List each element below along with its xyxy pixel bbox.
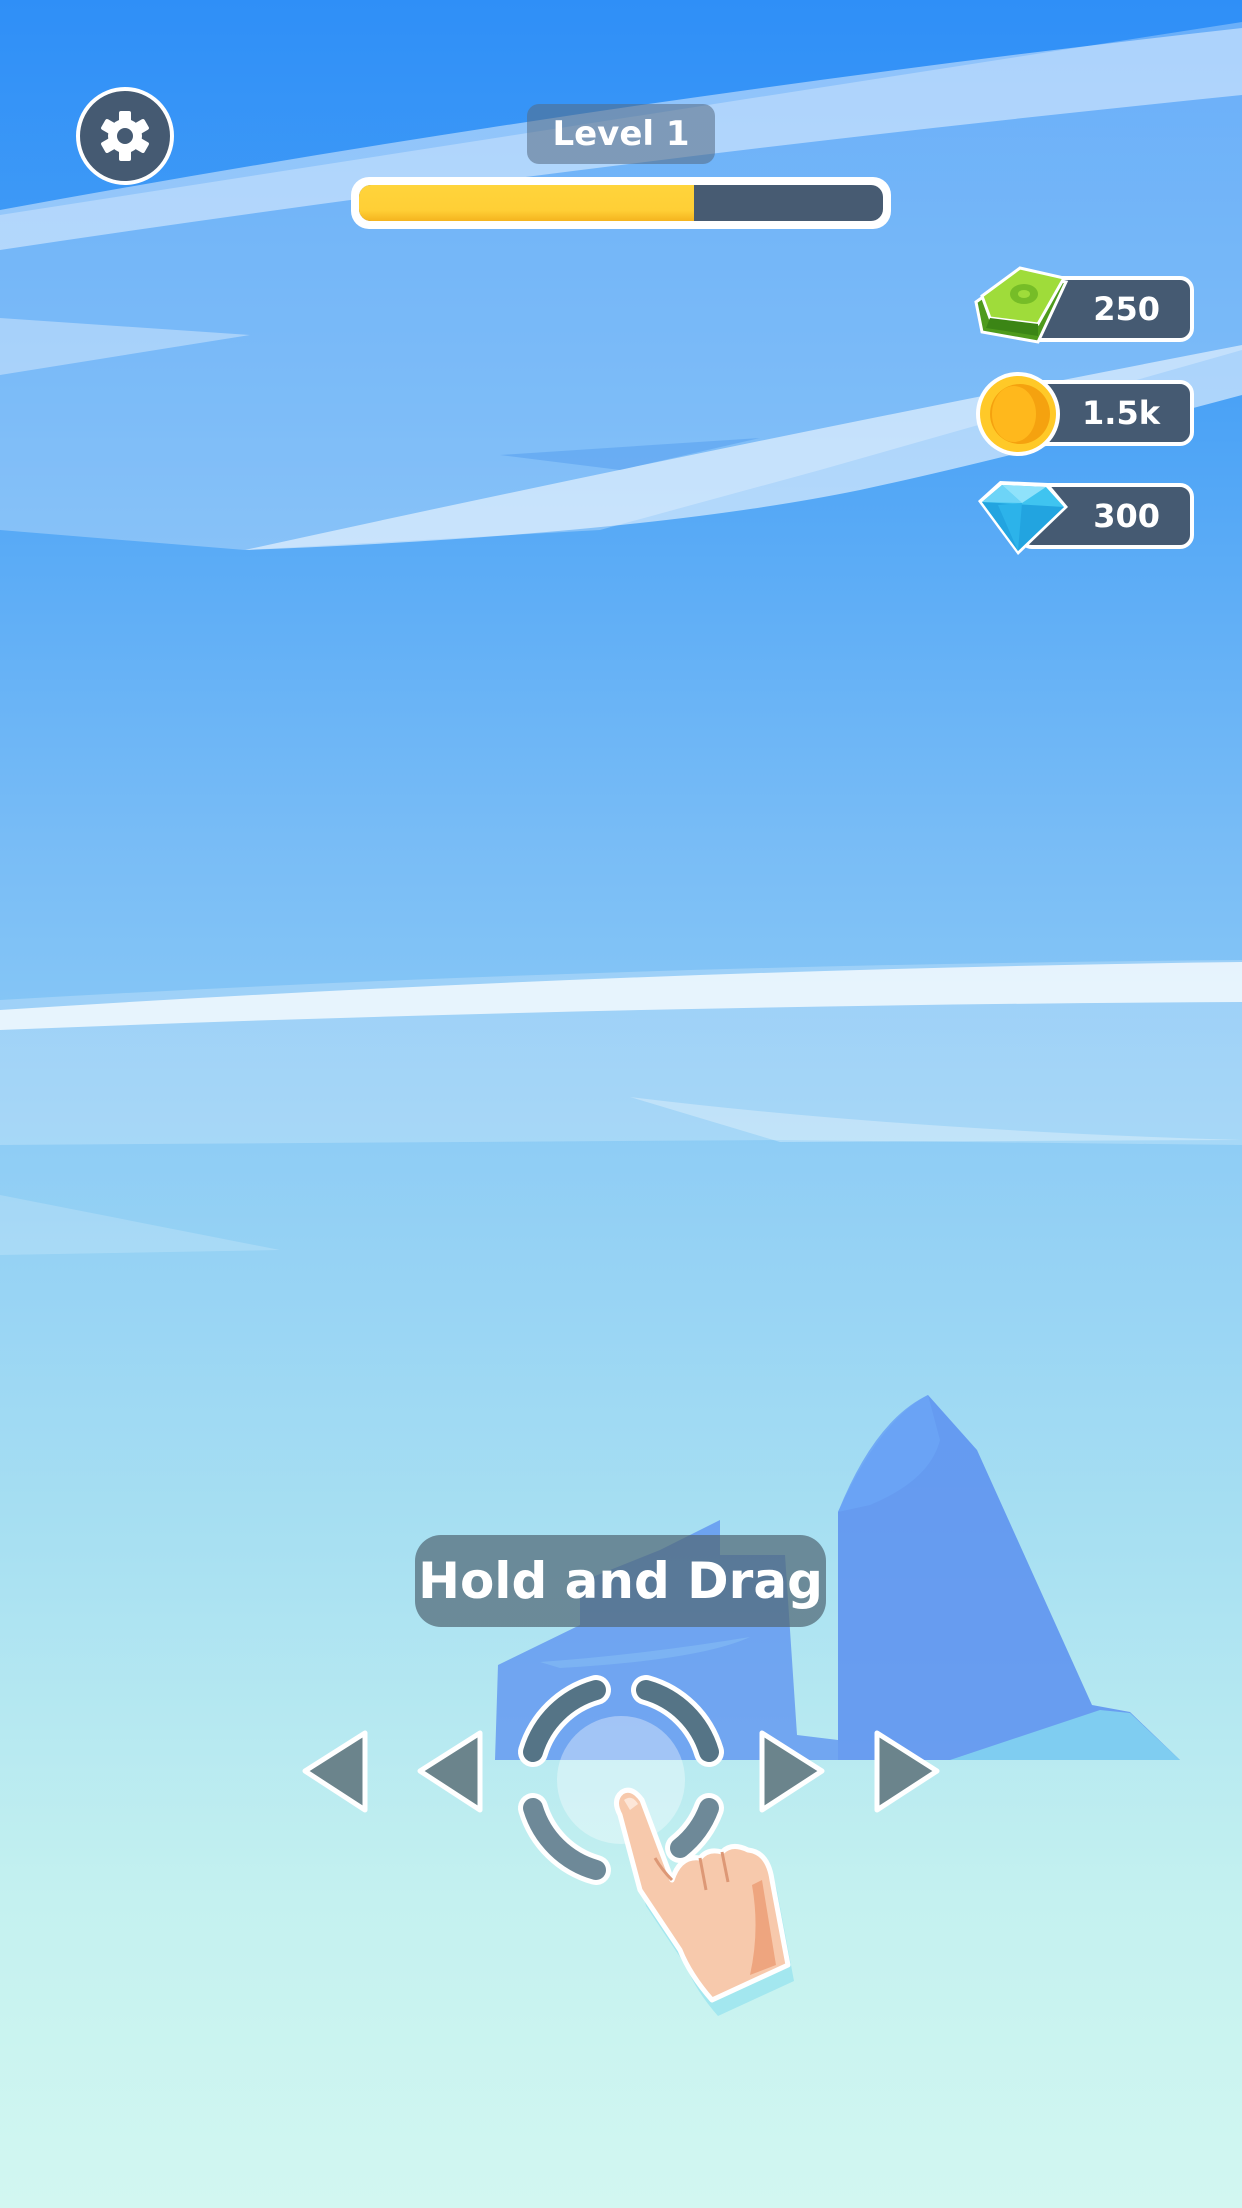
right-arrow-inner-icon: [759, 1730, 825, 1813]
game-scene[interactable]: Level 1 250 1.5k 300 Hold and Drag: [0, 0, 1242, 2208]
drag-control[interactable]: [0, 0, 1242, 2208]
left-arrow-inner-icon: [417, 1730, 483, 1813]
right-arrow-outer-icon: [874, 1730, 940, 1813]
left-arrow-outer-icon: [302, 1730, 368, 1813]
